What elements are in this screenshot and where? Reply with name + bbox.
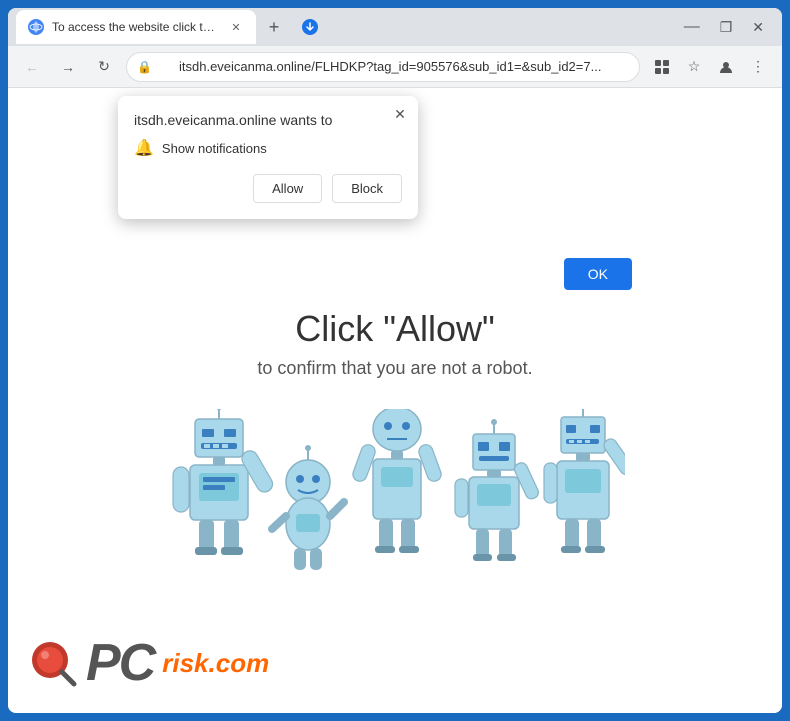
block-button[interactable]: Block [332, 174, 402, 203]
browser-content: ✕ itsdh.eveicanma.online wants to 🔔 Show… [8, 88, 782, 713]
notification-popup: ✕ itsdh.eveicanma.online wants to 🔔 Show… [118, 96, 418, 219]
sub-heading: to confirm that you are not a robot. [257, 358, 532, 379]
notification-row: 🔔 Show notifications [134, 138, 402, 158]
new-tab-button[interactable]: + [260, 13, 288, 41]
maximize-button[interactable]: ❐ [712, 15, 741, 40]
bell-icon: 🔔 [134, 138, 154, 158]
popup-close-button[interactable]: ✕ [390, 104, 410, 124]
menu-icon[interactable]: ⋮ [744, 53, 772, 81]
lock-icon: 🔒 [137, 60, 152, 74]
popup-title: itsdh.eveicanma.online wants to [134, 112, 402, 128]
brand-pc: PC [86, 633, 154, 693]
profile-icon[interactable] [712, 53, 740, 81]
grid-icon[interactable] [648, 53, 676, 81]
notification-label: Show notifications [162, 141, 267, 156]
window-controls [296, 13, 324, 41]
tab-title: To access the website click the "A [52, 20, 220, 34]
robots-illustration [165, 409, 625, 579]
browser-tab[interactable]: To access the website click the "A ✕ [16, 10, 256, 44]
allow-button[interactable]: Allow [253, 174, 322, 203]
main-heading: Click "Allow" [295, 308, 495, 350]
back-button[interactable]: ← [18, 53, 46, 81]
address-bar: ← → ↻ 🔒 itsdh.eveicanma.online/FLHDKP?ta… [8, 46, 782, 88]
download-icon[interactable] [296, 13, 324, 41]
ok-button[interactable]: OK [564, 258, 632, 290]
reload-button[interactable]: ↻ [90, 53, 118, 81]
address-input[interactable]: 🔒 itsdh.eveicanma.online/FLHDKP?tag_id=9… [126, 52, 640, 82]
tab-close-button[interactable]: ✕ [228, 19, 244, 35]
footer-logo: PC risk.com [28, 633, 269, 693]
popup-buttons: Allow Block [134, 174, 402, 203]
minimize-button[interactable]: — [674, 14, 710, 40]
magnifier-icon [28, 638, 78, 688]
brand-risk: risk.com [162, 648, 269, 679]
close-button[interactable]: ✕ [742, 15, 774, 40]
tab-favicon [28, 19, 44, 35]
title-bar: To access the website click the "A ✕ + —… [8, 8, 782, 46]
address-right-icons: ☆ ⋮ [648, 53, 772, 81]
forward-button[interactable]: → [54, 53, 82, 81]
bookmark-icon[interactable]: ☆ [680, 53, 708, 81]
browser-window: To access the website click the "A ✕ + —… [8, 8, 782, 713]
address-text: itsdh.eveicanma.online/FLHDKP?tag_id=905… [179, 59, 601, 74]
